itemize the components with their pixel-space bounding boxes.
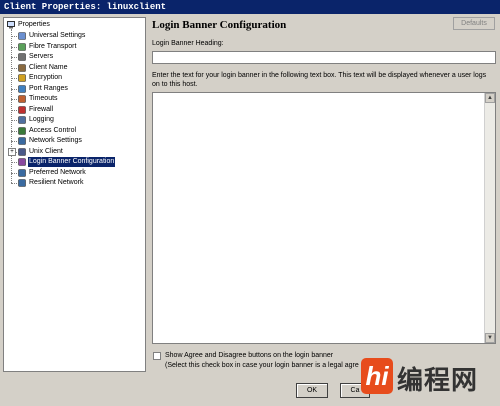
tree-item-label: Preferred Network bbox=[29, 168, 86, 176]
tree-branch-line bbox=[11, 120, 17, 121]
tree-item-label: Servers bbox=[29, 53, 54, 60]
tree-item-label: Access Control bbox=[29, 126, 77, 134]
tree-item-label: Network Settings bbox=[29, 137, 82, 144]
scroll-up-icon[interactable]: ▲ bbox=[485, 93, 495, 103]
tree-branch-line bbox=[11, 99, 17, 100]
defaults-button[interactable]: Defaults bbox=[453, 17, 495, 30]
log-icon bbox=[18, 116, 26, 124]
network-icon bbox=[18, 137, 26, 145]
servers-icon bbox=[18, 53, 26, 61]
clock-icon bbox=[18, 95, 26, 103]
tree-item-label: Port Ranges bbox=[29, 84, 68, 92]
expand-icon[interactable]: + bbox=[8, 148, 16, 156]
computer-icon bbox=[7, 21, 15, 29]
tree-branch-line bbox=[11, 141, 17, 142]
client-icon bbox=[18, 63, 26, 72]
tree-branch-line bbox=[11, 78, 17, 79]
tree-item-label: Firewall bbox=[29, 105, 54, 113]
watermark-text: 编程网 bbox=[397, 366, 479, 396]
tree-branch-line bbox=[11, 88, 17, 90]
tree-item-label: Client Name bbox=[29, 63, 68, 71]
tree-item-label: Logging bbox=[29, 116, 54, 123]
properties-tree[interactable]: Properties Universal Settings Fibre Trans… bbox=[3, 17, 146, 372]
watermark-logo: hi 编程网 bbox=[357, 356, 500, 406]
tree-branch-line bbox=[11, 162, 17, 163]
tree-branch-line bbox=[11, 57, 17, 58]
panel-title: Login Banner Configuration bbox=[152, 19, 287, 31]
tree-branch-line bbox=[11, 172, 17, 174]
heading-label: Login Banner Heading: bbox=[152, 40, 224, 47]
window-title: Client Properties: linuxclient bbox=[0, 0, 500, 14]
banner-heading-input[interactable] bbox=[152, 51, 496, 64]
ok-button[interactable]: OK bbox=[296, 383, 328, 398]
checkbox-hint: (Select this check box in case your logi… bbox=[165, 362, 359, 369]
tree-item-label: Timeouts bbox=[29, 95, 58, 102]
lock-icon bbox=[18, 74, 26, 82]
tree-item-label: Universal Settings bbox=[29, 32, 86, 39]
tree-item-label: Login Banner Configuration bbox=[28, 157, 116, 167]
port-icon bbox=[18, 84, 26, 93]
scroll-down-icon[interactable]: ▼ bbox=[485, 333, 495, 343]
tree-item-label: Resilient Network bbox=[29, 179, 84, 186]
tree-branch-line bbox=[11, 36, 17, 37]
vertical-scrollbar[interactable]: ▲ ▼ bbox=[484, 93, 495, 343]
access-icon bbox=[18, 126, 26, 135]
tree-branch-line bbox=[11, 109, 17, 111]
banner-text-area[interactable]: ▲ ▼ bbox=[152, 92, 496, 344]
tree-branch-line bbox=[11, 130, 17, 132]
network-icon bbox=[18, 168, 26, 177]
firewall-icon bbox=[18, 105, 26, 114]
tree-trunk-line bbox=[11, 29, 12, 183]
settings-icon bbox=[18, 32, 26, 40]
tree-branch-line bbox=[11, 183, 17, 184]
fibre-icon bbox=[18, 42, 26, 51]
banner-icon bbox=[18, 158, 26, 166]
computer-icon bbox=[18, 147, 26, 156]
tree-branch-line bbox=[11, 67, 17, 69]
tree-item-label: Encryption bbox=[29, 74, 63, 81]
agree-disagree-checkbox[interactable] bbox=[153, 352, 161, 360]
checkbox-label: Show Agree and Disagree buttons on the l… bbox=[165, 352, 334, 359]
banner-description: Enter the text for your login banner in … bbox=[152, 72, 487, 88]
tree-item-label: Fibre Transport bbox=[29, 42, 77, 50]
tree-item-label: Unix Client bbox=[29, 147, 63, 155]
network-icon bbox=[18, 179, 26, 187]
tree-branch-line bbox=[11, 46, 17, 48]
tree-root-label: Properties bbox=[18, 21, 50, 28]
watermark-badge: hi bbox=[361, 358, 393, 394]
